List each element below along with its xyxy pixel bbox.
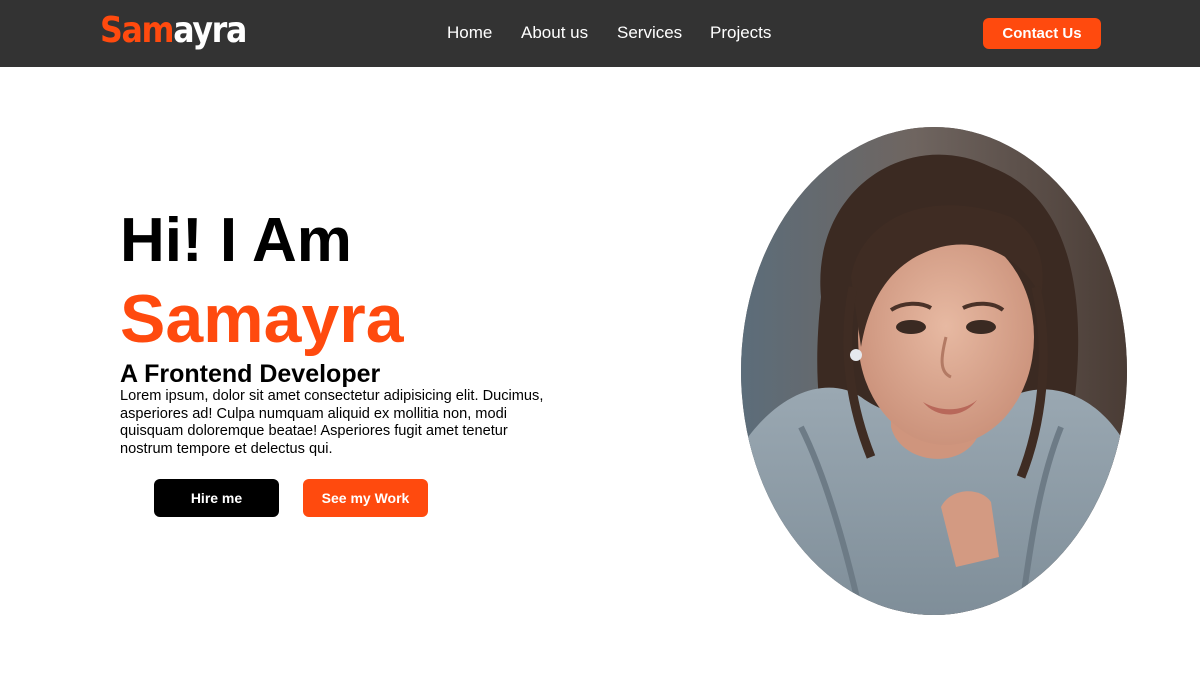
navbar: Samayra Home About us Services Projects …	[0, 0, 1200, 67]
brand-logo-accent: Sam	[100, 10, 175, 51]
nav-link-about-us[interactable]: About us	[521, 23, 588, 43]
hero-role: A Frontend Developer	[120, 360, 381, 388]
hero-bio: Lorem ipsum, dolor sit amet consectetur …	[120, 388, 544, 457]
hero-name: Samayra	[120, 281, 404, 357]
see-my-work-button[interactable]: See my Work	[303, 479, 428, 517]
hire-me-button[interactable]: Hire me	[154, 479, 279, 517]
nav-link-services[interactable]: Services	[617, 23, 682, 43]
profile-photo-illustration	[741, 127, 1127, 615]
brand-logo[interactable]: Samayra	[100, 9, 247, 53]
brand-logo-rest: ayra	[173, 10, 247, 51]
nav-link-home[interactable]: Home	[447, 23, 492, 43]
hero-greeting: Hi! I Am	[120, 206, 352, 275]
profile-photo	[741, 127, 1127, 615]
contact-us-button[interactable]: Contact Us	[983, 18, 1101, 49]
nav-link-projects[interactable]: Projects	[710, 23, 771, 43]
